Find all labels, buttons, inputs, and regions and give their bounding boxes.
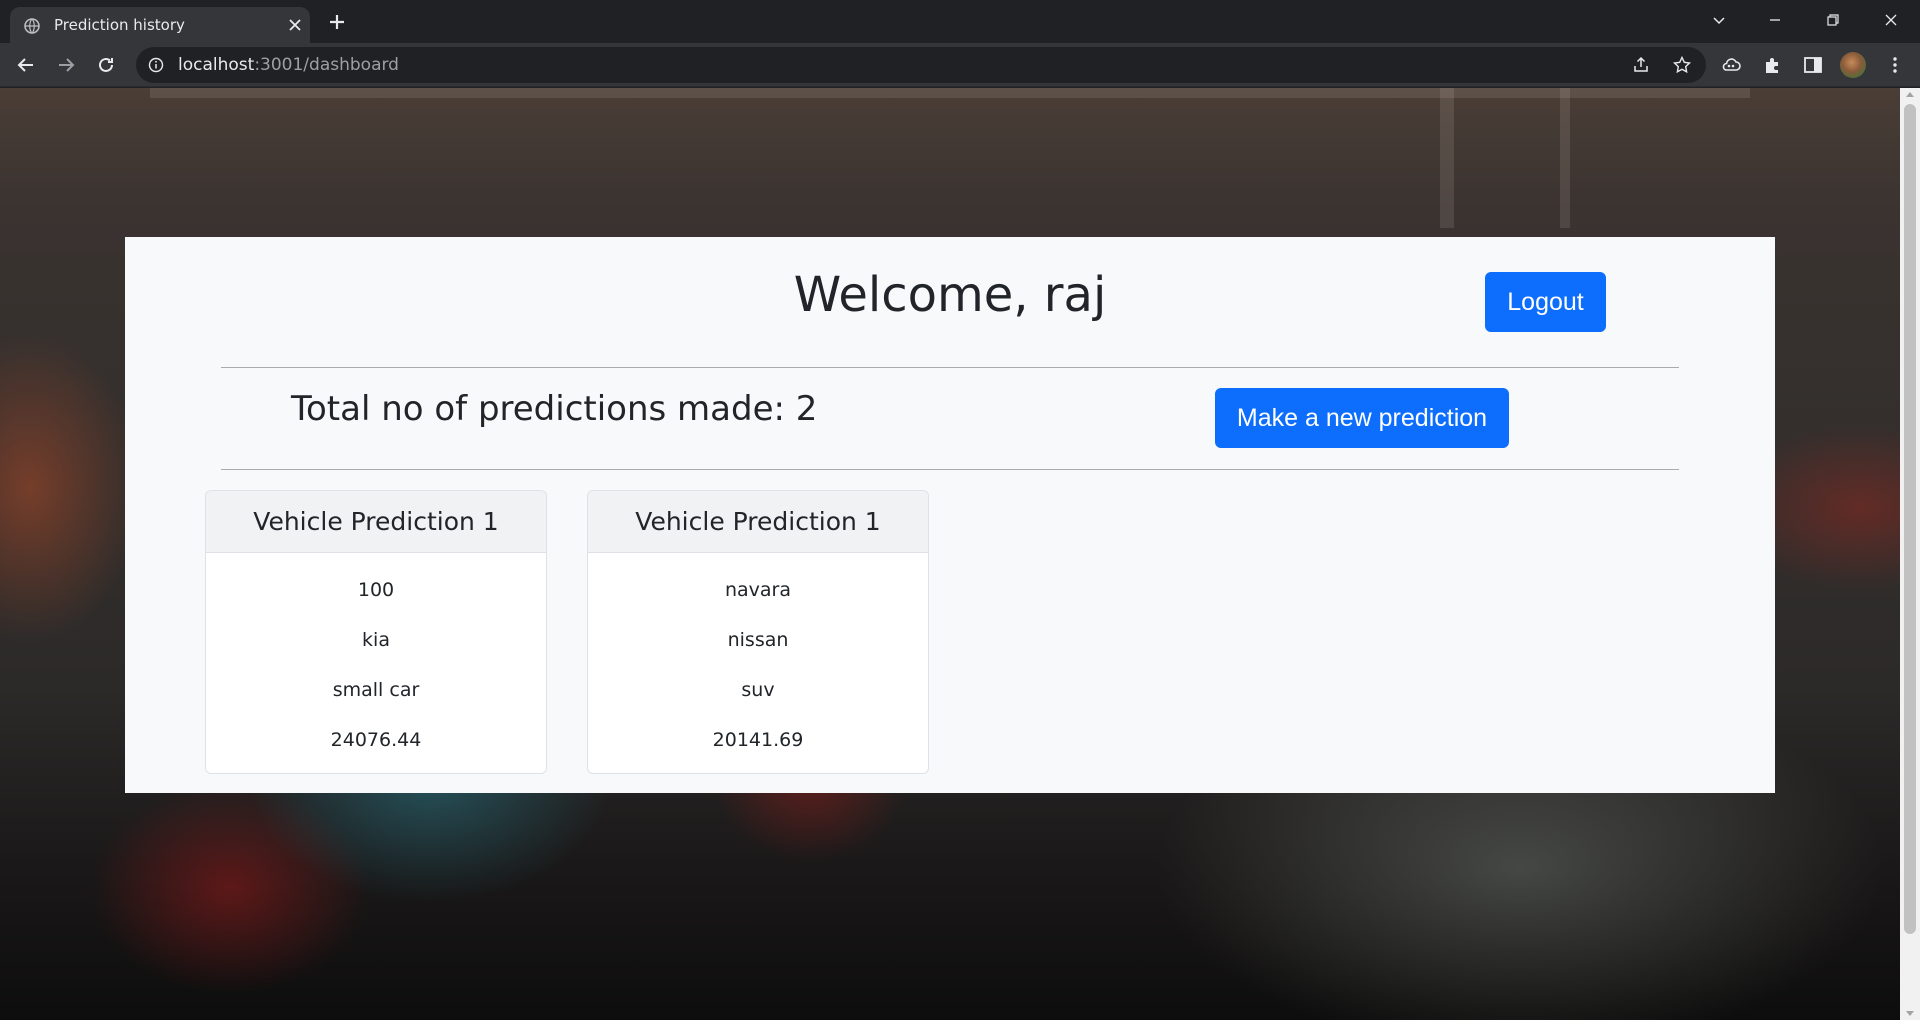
dashboard-panel: Welcome, raj Logout Total no of predicti… (125, 237, 1775, 793)
reload-button[interactable] (94, 53, 118, 77)
tab-title: Prediction history (54, 16, 185, 34)
extension-cloud-icon[interactable] (1720, 54, 1742, 76)
url-text[interactable]: localhost:3001/dashboard (178, 55, 399, 75)
reload-icon (99, 57, 113, 72)
close-window-button[interactable] (1868, 0, 1914, 40)
card-value: nissan (727, 629, 789, 651)
background-beam (1440, 88, 1454, 228)
card-value: 100 (357, 579, 395, 601)
chevron-down-icon (1713, 17, 1725, 25)
background-beam (150, 88, 1750, 98)
tab-prediction-history[interactable]: Prediction history (10, 7, 310, 43)
new-prediction-button[interactable]: Make a new prediction (1215, 388, 1509, 448)
card-value: 24076.44 (330, 729, 422, 751)
page-viewport: Welcome, raj Logout Total no of predicti… (0, 88, 1900, 1020)
total-predictions-heading: Total no of predictions made: 2 (291, 389, 818, 429)
card-value: suv (741, 679, 775, 701)
restore-icon (1827, 14, 1839, 26)
divider (221, 469, 1679, 470)
vertical-scrollbar[interactable] (1900, 88, 1920, 1020)
scroll-up-arrow-icon[interactable] (1906, 92, 1914, 97)
minimize-icon (1770, 19, 1780, 21)
address-bar[interactable]: localhost:3001/dashboard (136, 47, 1706, 83)
puzzle-icon[interactable] (1762, 54, 1784, 76)
scroll-thumb[interactable] (1904, 104, 1916, 934)
card-body: navara nissan suv 20141.69 (588, 553, 928, 765)
minimize-button[interactable] (1752, 0, 1798, 40)
prediction-card: Vehicle Prediction 1 navara nissan suv 2… (587, 490, 929, 774)
background-beam (1560, 88, 1570, 228)
prediction-card: Vehicle Prediction 1 100 kia small car 2… (205, 490, 547, 774)
card-body: 100 kia small car 24076.44 (206, 553, 546, 765)
logout-button[interactable]: Logout (1485, 272, 1606, 332)
browser-toolbar: localhost:3001/dashboard (0, 43, 1920, 87)
info-icon[interactable] (148, 57, 164, 73)
profile-avatar[interactable] (1840, 52, 1866, 78)
card-value: 20141.69 (712, 729, 804, 751)
card-value: navara (724, 579, 792, 601)
close-icon[interactable] (286, 16, 304, 34)
more-vertical-icon[interactable] (1884, 54, 1906, 76)
url-host: localhost (178, 55, 255, 75)
share-icon[interactable] (1631, 55, 1651, 75)
divider (221, 367, 1679, 368)
arrow-right-icon (59, 58, 75, 72)
scroll-down-arrow-icon[interactable] (1906, 1011, 1914, 1016)
tab-search-button[interactable] (1696, 0, 1742, 40)
card-title: Vehicle Prediction 1 (588, 491, 928, 553)
new-tab-icon[interactable] (325, 10, 349, 34)
arrow-left-icon (17, 58, 33, 72)
forward-button[interactable] (54, 53, 78, 77)
url-path: :3001/dashboard (254, 55, 399, 75)
globe-icon (24, 18, 40, 34)
card-value: kia (362, 629, 390, 651)
side-panel-icon[interactable] (1802, 54, 1824, 76)
back-button[interactable] (14, 53, 38, 77)
restore-button[interactable] (1810, 0, 1856, 40)
close-icon (1885, 14, 1897, 26)
card-value: small car (332, 679, 420, 701)
card-title: Vehicle Prediction 1 (206, 491, 546, 553)
star-icon[interactable] (1672, 55, 1692, 75)
tab-strip: Prediction history (0, 0, 1920, 43)
